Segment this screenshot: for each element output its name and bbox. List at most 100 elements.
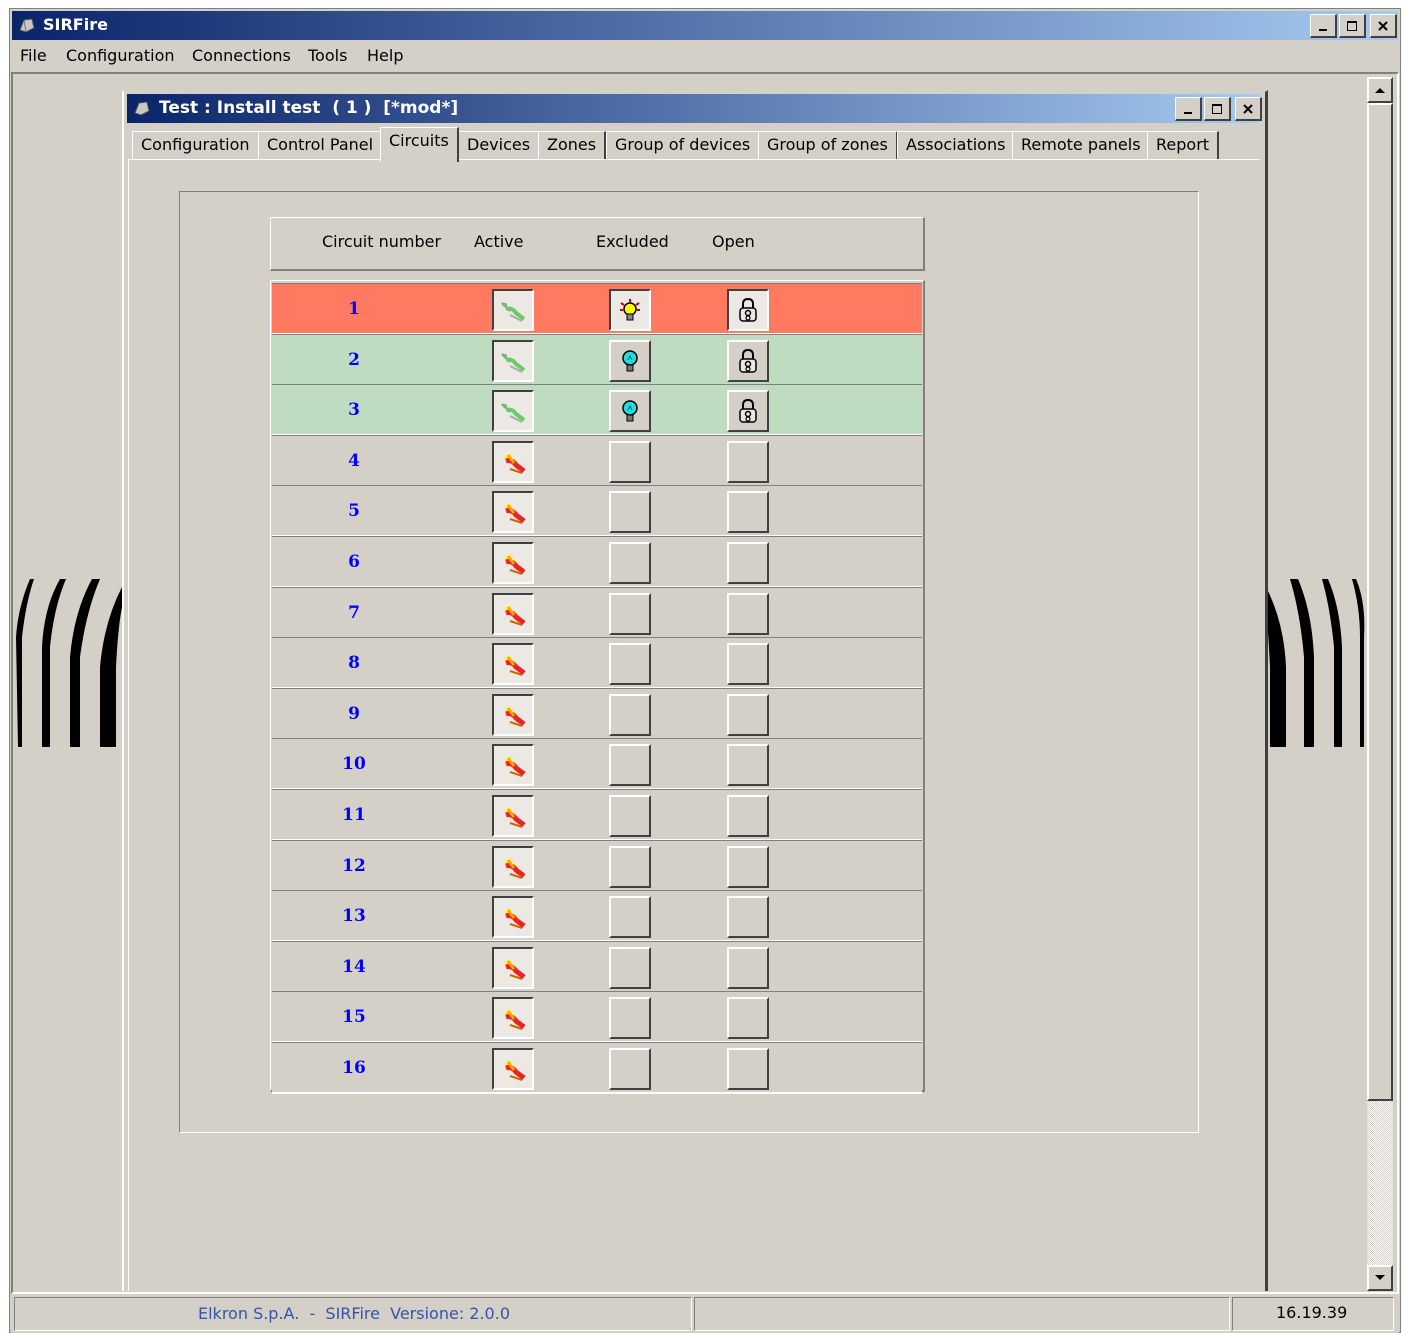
tab-devices[interactable]: Devices xyxy=(458,131,541,160)
excluded-toggle-button[interactable] xyxy=(609,491,651,534)
circuit-number: 9 xyxy=(348,703,360,724)
vertical-scrollbar[interactable] xyxy=(1367,77,1393,1291)
menu-configuration[interactable]: Configuration xyxy=(66,46,175,65)
excluded-toggle-button[interactable] xyxy=(609,643,651,686)
close-button[interactable] xyxy=(1370,14,1397,38)
scroll-up-button[interactable] xyxy=(1367,77,1393,103)
active-toggle-button[interactable] xyxy=(492,946,534,989)
excluded-toggle-button[interactable] xyxy=(609,289,651,331)
menu-connections[interactable]: Connections xyxy=(192,46,291,65)
open-toggle-button[interactable] xyxy=(727,491,769,534)
open-toggle-button[interactable] xyxy=(727,542,769,584)
active-toggle-button[interactable] xyxy=(492,592,534,635)
menu-help[interactable]: Help xyxy=(367,46,403,65)
tab-group-of-devices[interactable]: Group of devices xyxy=(606,131,761,160)
open-toggle-button[interactable] xyxy=(727,440,769,483)
circuit-row: 15 xyxy=(272,991,922,1044)
child-close-button[interactable] xyxy=(1235,97,1262,121)
active-toggle-button[interactable] xyxy=(492,390,534,433)
circuit-row: 9 xyxy=(272,687,922,740)
excluded-toggle-button[interactable] xyxy=(609,997,651,1040)
active-toggle-button[interactable] xyxy=(492,693,534,736)
minimize-icon xyxy=(1184,111,1192,114)
open-toggle-button[interactable] xyxy=(727,592,769,635)
excluded-toggle-button[interactable] xyxy=(609,744,651,787)
circuit-row: 5 xyxy=(272,485,922,538)
minimize-button[interactable] xyxy=(1310,14,1337,38)
active-toggle-button[interactable] xyxy=(492,491,534,534)
circuit-row: 1 xyxy=(272,283,922,335)
child-maximize-button[interactable] xyxy=(1204,97,1231,121)
active-toggle-button[interactable] xyxy=(492,997,534,1040)
excluded-toggle-button[interactable] xyxy=(609,542,651,584)
app-icon xyxy=(19,18,35,33)
wire-off-icon xyxy=(498,499,528,525)
tab-remote-panels[interactable]: Remote panels xyxy=(1012,131,1151,160)
open-toggle-button[interactable] xyxy=(727,795,769,837)
tab-report[interactable]: Report xyxy=(1147,131,1220,160)
excluded-toggle-button[interactable] xyxy=(609,896,651,939)
open-toggle-button[interactable] xyxy=(727,946,769,989)
circuit-number: 13 xyxy=(342,906,366,927)
child-app-icon xyxy=(134,101,150,116)
active-toggle-button[interactable] xyxy=(492,845,534,888)
excluded-toggle-button[interactable] xyxy=(609,845,651,888)
open-toggle-button[interactable] xyxy=(727,896,769,939)
open-toggle-button[interactable] xyxy=(727,693,769,736)
child-title-bar[interactable]: Test : Install test ( 1 ) [*mod*] xyxy=(127,94,1262,123)
active-toggle-button[interactable] xyxy=(492,339,534,382)
active-toggle-button[interactable] xyxy=(492,440,534,483)
open-toggle-button[interactable] xyxy=(727,643,769,686)
excluded-toggle-button[interactable] xyxy=(609,795,651,837)
tab-control-panel[interactable]: Control Panel xyxy=(258,131,384,160)
open-toggle-button[interactable] xyxy=(727,997,769,1040)
circuit-row: 11 xyxy=(272,789,922,841)
menu-tools[interactable]: Tools xyxy=(308,46,347,65)
tab-configuration[interactable]: Configuration xyxy=(132,131,260,160)
header-active: Active xyxy=(474,232,524,251)
circuit-number: 3 xyxy=(348,400,360,421)
scroll-thumb[interactable] xyxy=(1367,103,1393,1101)
lock-icon xyxy=(737,297,759,323)
excluded-toggle-button[interactable] xyxy=(609,339,651,382)
active-toggle-button[interactable] xyxy=(492,896,534,939)
open-toggle-button[interactable] xyxy=(727,1048,769,1090)
excluded-toggle-button[interactable] xyxy=(609,440,651,483)
child-window-title: Test : Install test ( 1 ) [*mod*] xyxy=(159,98,459,118)
background-logo-left xyxy=(16,579,122,747)
wire-off-icon xyxy=(498,904,528,930)
circuit-number: 11 xyxy=(342,805,366,825)
bulb-yellow-icon xyxy=(617,297,643,323)
child-minimize-button[interactable] xyxy=(1175,97,1202,121)
maximize-icon xyxy=(1212,103,1222,114)
circuit-number: 4 xyxy=(348,450,360,471)
excluded-toggle-button[interactable] xyxy=(609,390,651,433)
status-time: 16.19.39 xyxy=(1276,1303,1348,1322)
active-toggle-button[interactable] xyxy=(492,643,534,686)
open-toggle-button[interactable] xyxy=(727,390,769,433)
header-open: Open xyxy=(712,232,755,251)
open-toggle-button[interactable] xyxy=(727,339,769,382)
main-title-bar[interactable]: SIRFire xyxy=(12,11,1398,40)
tab-associations[interactable]: Associations xyxy=(897,131,1016,160)
status-panel-left: Elkron S.p.A. - SIRFire Versione: 2.0.0 xyxy=(14,1297,692,1331)
active-toggle-button[interactable] xyxy=(492,1048,534,1090)
menu-file[interactable]: File xyxy=(20,46,47,65)
open-toggle-button[interactable] xyxy=(727,744,769,787)
tab-circuits[interactable]: Circuits xyxy=(380,127,459,162)
maximize-button[interactable] xyxy=(1339,14,1366,38)
active-toggle-button[interactable] xyxy=(492,289,534,331)
active-toggle-button[interactable] xyxy=(492,542,534,584)
tab-zones[interactable]: Zones xyxy=(538,131,607,160)
active-toggle-button[interactable] xyxy=(492,744,534,787)
excluded-toggle-button[interactable] xyxy=(609,592,651,635)
scroll-down-button[interactable] xyxy=(1367,1265,1393,1291)
excluded-toggle-button[interactable] xyxy=(609,693,651,736)
active-toggle-button[interactable] xyxy=(492,795,534,837)
close-icon xyxy=(1243,103,1253,114)
excluded-toggle-button[interactable] xyxy=(609,1048,651,1090)
tab-group-of-zones[interactable]: Group of zones xyxy=(758,131,898,160)
excluded-toggle-button[interactable] xyxy=(609,946,651,989)
open-toggle-button[interactable] xyxy=(727,289,769,331)
open-toggle-button[interactable] xyxy=(727,845,769,888)
